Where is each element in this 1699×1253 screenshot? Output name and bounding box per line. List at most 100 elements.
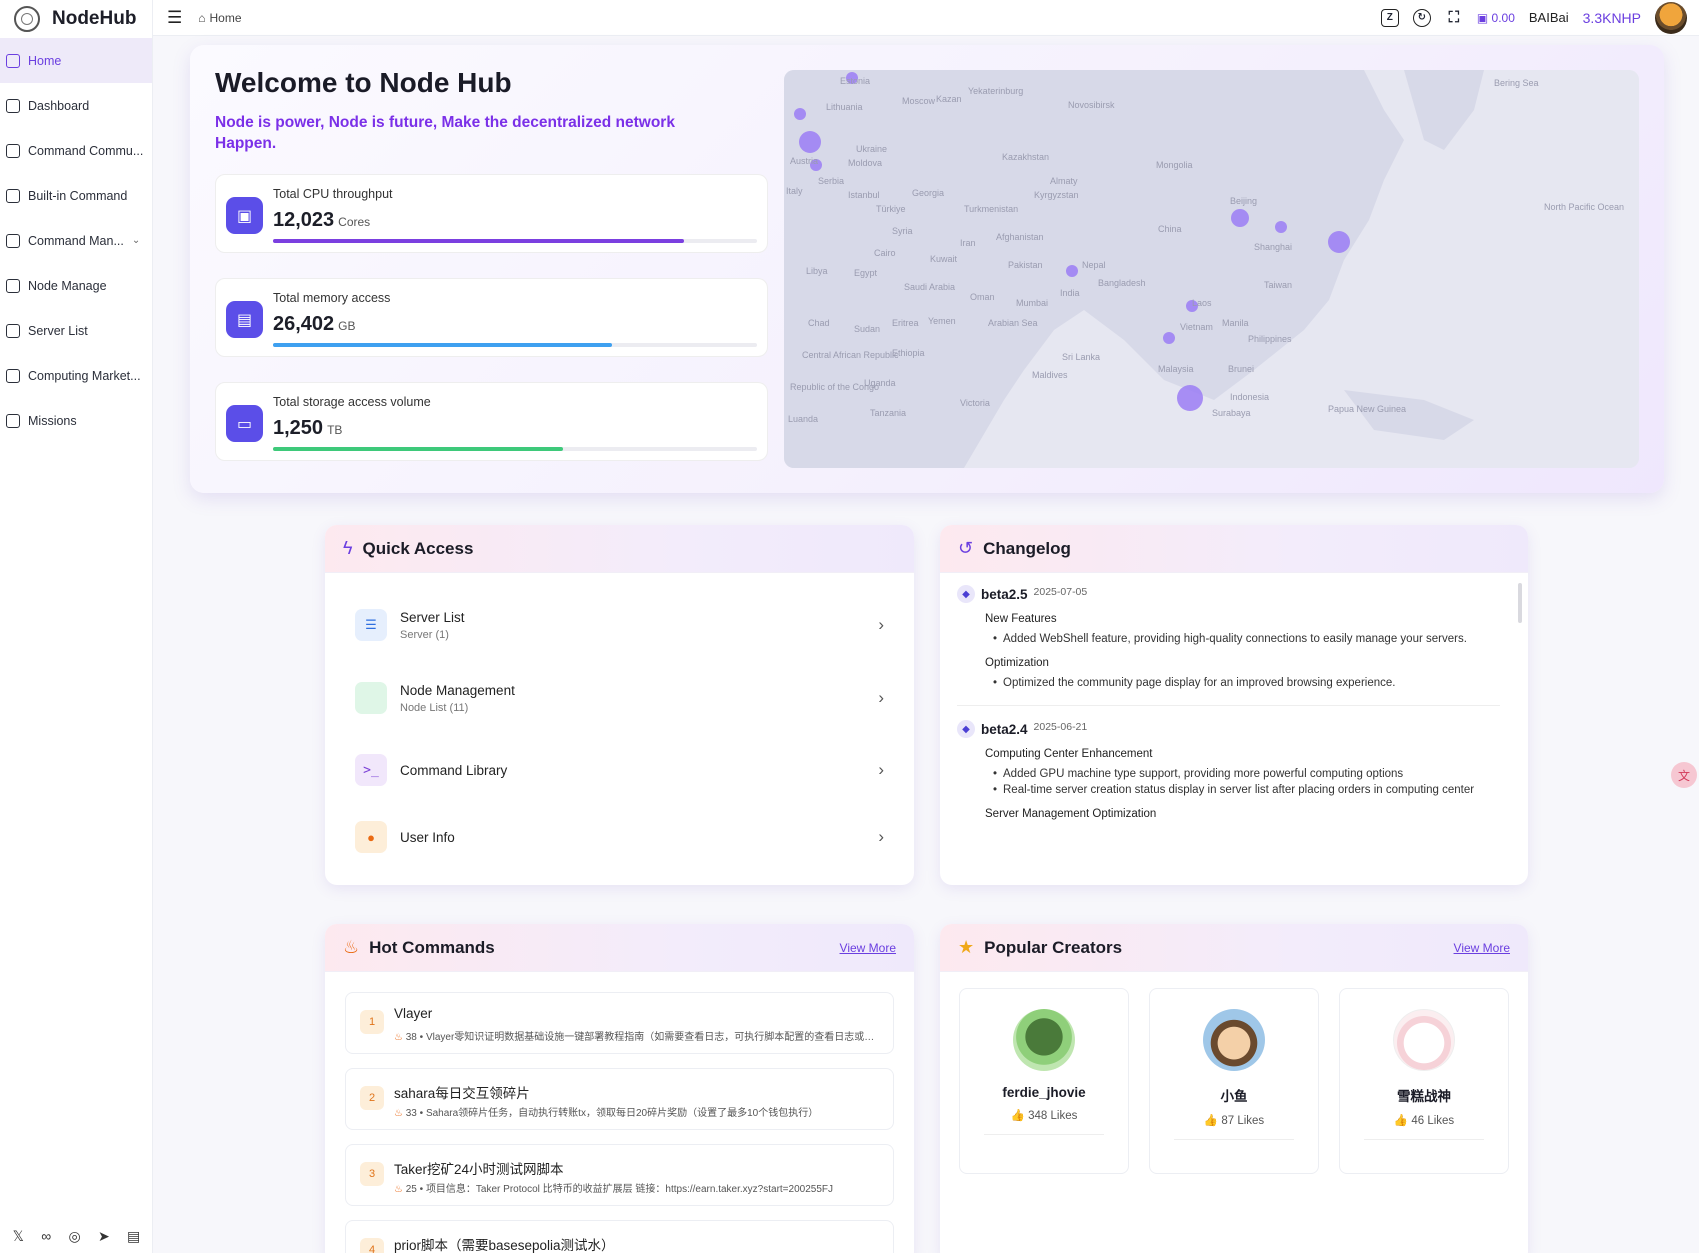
sidebar-item-label: Home: [28, 53, 62, 68]
map-label: Sudan: [854, 324, 880, 334]
creator-card[interactable]: 小鱼 👍 87 Likes: [1149, 988, 1319, 1174]
divider: [1364, 1139, 1484, 1140]
command-desc: Sahara领碎片任务，自动执行转账tx，领取每日20碎片奖励（设置了最多10个…: [425, 1108, 819, 1119]
quick-access-node-management[interactable]: Node Management Node List (11) ›: [355, 678, 884, 718]
node-marker[interactable]: [1163, 332, 1175, 344]
hot-command-row[interactable]: 3 Taker挖矿24小时测试网脚本 ♨ 25 • 项目信息：Taker Pro…: [345, 1144, 894, 1206]
card-header: ↺ Changelog: [940, 525, 1528, 573]
node-marker[interactable]: [799, 131, 821, 153]
logo-icon: [14, 6, 40, 32]
sidebar-item-built-in-command[interactable]: Built-in Command: [0, 173, 152, 218]
game-icon[interactable]: ◎: [69, 1228, 81, 1245]
terminal-icon: [6, 233, 20, 248]
avatar: [1013, 1009, 1075, 1071]
hot-command-row[interactable]: 2 sahara每日交互领碎片 ♨ 33 • Sahara领碎片任务，自动执行转…: [345, 1068, 894, 1130]
changelog-list: ◆ beta2.5 2025-07-05 New Features Added We…: [957, 585, 1500, 875]
fire-icon: ♨: [394, 1108, 406, 1119]
sidebar-item-server-list[interactable]: Server List: [0, 308, 152, 353]
creator-card[interactable]: ferdie_jhovie 👍 348 Likes: [959, 988, 1129, 1174]
translate-float-icon[interactable]: 文: [1671, 762, 1697, 788]
sidebar-item-command-manage[interactable]: Command Man... ⌄: [0, 218, 152, 263]
likes-count: 87 Likes: [1221, 1115, 1265, 1127]
version-date: 2025-07-05: [1033, 586, 1088, 598]
community-icon: [6, 143, 20, 158]
map-label: Pakistan: [1008, 260, 1043, 270]
quick-access-server-list[interactable]: ☰ Server List Server (1) ›: [355, 605, 884, 645]
refresh-icon[interactable]: ↻: [1412, 8, 1431, 27]
top-header: ☰ ⌂ Home Z ↻ ⛶ ▣ 0.00 BAIBai 3.3KNHP: [153, 0, 1699, 36]
node-marker[interactable]: [1328, 231, 1350, 253]
translate-icon[interactable]: Z: [1380, 8, 1399, 27]
hot-command-row[interactable]: 4 prior脚本（需要basesepolia测试水）: [345, 1220, 894, 1253]
fullscreen-icon[interactable]: ⛶: [1445, 9, 1463, 27]
map-label: Moldova: [848, 158, 882, 168]
map-label: Arabian Sea: [988, 318, 1038, 328]
map-label: Victoria: [960, 398, 990, 408]
map-label: Yemen: [928, 316, 956, 326]
node-marker[interactable]: [1177, 385, 1203, 411]
changelog-item: Optimized the community page display for…: [993, 675, 1500, 691]
section-title: Server Management Optimization: [985, 808, 1157, 820]
chevron-right-icon: ›: [878, 688, 884, 707]
card-header: ★ Popular Creators View More: [940, 924, 1528, 972]
map-label: Novosibirsk: [1068, 100, 1115, 110]
points-value[interactable]: 3.3KNHP: [1583, 10, 1641, 26]
hot-command-row[interactable]: 1 Vlayer ♨ 38 • Vlayer零知识证明数据基础设施一键部署教程指…: [345, 992, 894, 1054]
docs-icon[interactable]: ▤: [127, 1228, 140, 1245]
sidebar-item-missions[interactable]: Missions: [0, 398, 152, 443]
view-more-link[interactable]: View More: [1454, 941, 1510, 955]
node-marker[interactable]: [1231, 209, 1249, 227]
changelog-entry: ◆ beta2.5 2025-07-05 New Features Added We…: [957, 585, 1500, 691]
node-icon: [355, 682, 387, 714]
node-marker[interactable]: [794, 108, 806, 120]
wallet-balance[interactable]: ▣ 0.00: [1477, 11, 1515, 25]
sidebar: NodeHub Home Dashboard Command Commu... …: [0, 0, 153, 1253]
map-label: Laos: [1192, 298, 1212, 308]
map-label: Lithuania: [826, 102, 863, 112]
command-title: Taker挖矿24小时测试网脚本: [394, 1162, 564, 1177]
item-subtitle: Server (1): [400, 628, 449, 641]
command-desc: 项目信息：Taker Protocol 比特币的收益扩展层 链接：https:/…: [425, 1184, 834, 1195]
map-label: India: [1060, 288, 1080, 298]
hot-commands-card: ♨ Hot Commands View More 1 Vlayer ♨ 38 •…: [325, 924, 914, 1253]
command-title: Vlayer: [394, 1006, 433, 1021]
x-icon[interactable]: 𝕏: [13, 1228, 24, 1245]
command-desc: Vlayer零知识证明数据基础设施一键部署教程指南（如需要查看日志，可执行脚本配…: [425, 1032, 879, 1043]
creator-name: 小鱼: [1220, 1089, 1248, 1104]
map-label: Saudi Arabia: [904, 282, 955, 292]
tag-icon: ◆: [957, 720, 975, 738]
username[interactable]: BAIBai: [1529, 10, 1569, 25]
map-label: Estonia: [840, 76, 870, 86]
telegram-icon[interactable]: ➤: [98, 1228, 110, 1245]
view-more-link[interactable]: View More: [840, 941, 896, 955]
use-count: 33: [405, 1108, 417, 1119]
node-world-map[interactable]: Moscow Kazan Yekaterinburg Novosibirsk Ukrai…: [784, 70, 1639, 468]
map-label: Chad: [808, 318, 830, 328]
version-date: 2025-06-21: [1033, 721, 1088, 733]
map-label: Egypt: [854, 268, 878, 278]
sidebar-item-computing-market[interactable]: Computing Market...: [0, 353, 152, 398]
quick-access-user-info[interactable]: ● User Info ›: [355, 817, 884, 857]
node-marker[interactable]: [1066, 265, 1078, 277]
logo[interactable]: NodeHub: [0, 0, 152, 38]
map-label: Istanbul: [848, 190, 880, 200]
node-marker[interactable]: [1275, 221, 1287, 233]
card-title: Quick Access: [362, 538, 474, 558]
avatar[interactable]: [1655, 1, 1687, 34]
discord-icon[interactable]: ∞: [41, 1228, 51, 1245]
quick-access-command-library[interactable]: >_ Command Library ›: [355, 750, 884, 790]
thumbs-up-icon: 👍: [1393, 1115, 1409, 1127]
map-label: Bering Sea: [1494, 78, 1539, 88]
scrollbar[interactable]: [1518, 583, 1522, 623]
breadcrumb-item[interactable]: Home: [210, 11, 242, 25]
creator-card[interactable]: 雪糕战神 👍 46 Likes: [1339, 988, 1509, 1174]
map-label: Manila: [1222, 318, 1249, 328]
sidebar-item-dashboard[interactable]: Dashboard: [0, 83, 152, 128]
menu-toggle-icon[interactable]: ☰: [167, 8, 182, 28]
terminal-icon: >_: [355, 754, 387, 786]
sidebar-item-command-community[interactable]: Command Commu...: [0, 128, 152, 173]
memory-icon: ▤: [226, 301, 263, 338]
sidebar-item-home[interactable]: Home: [0, 38, 152, 83]
divider: [957, 705, 1500, 706]
sidebar-item-node-manage[interactable]: Node Manage: [0, 263, 152, 308]
